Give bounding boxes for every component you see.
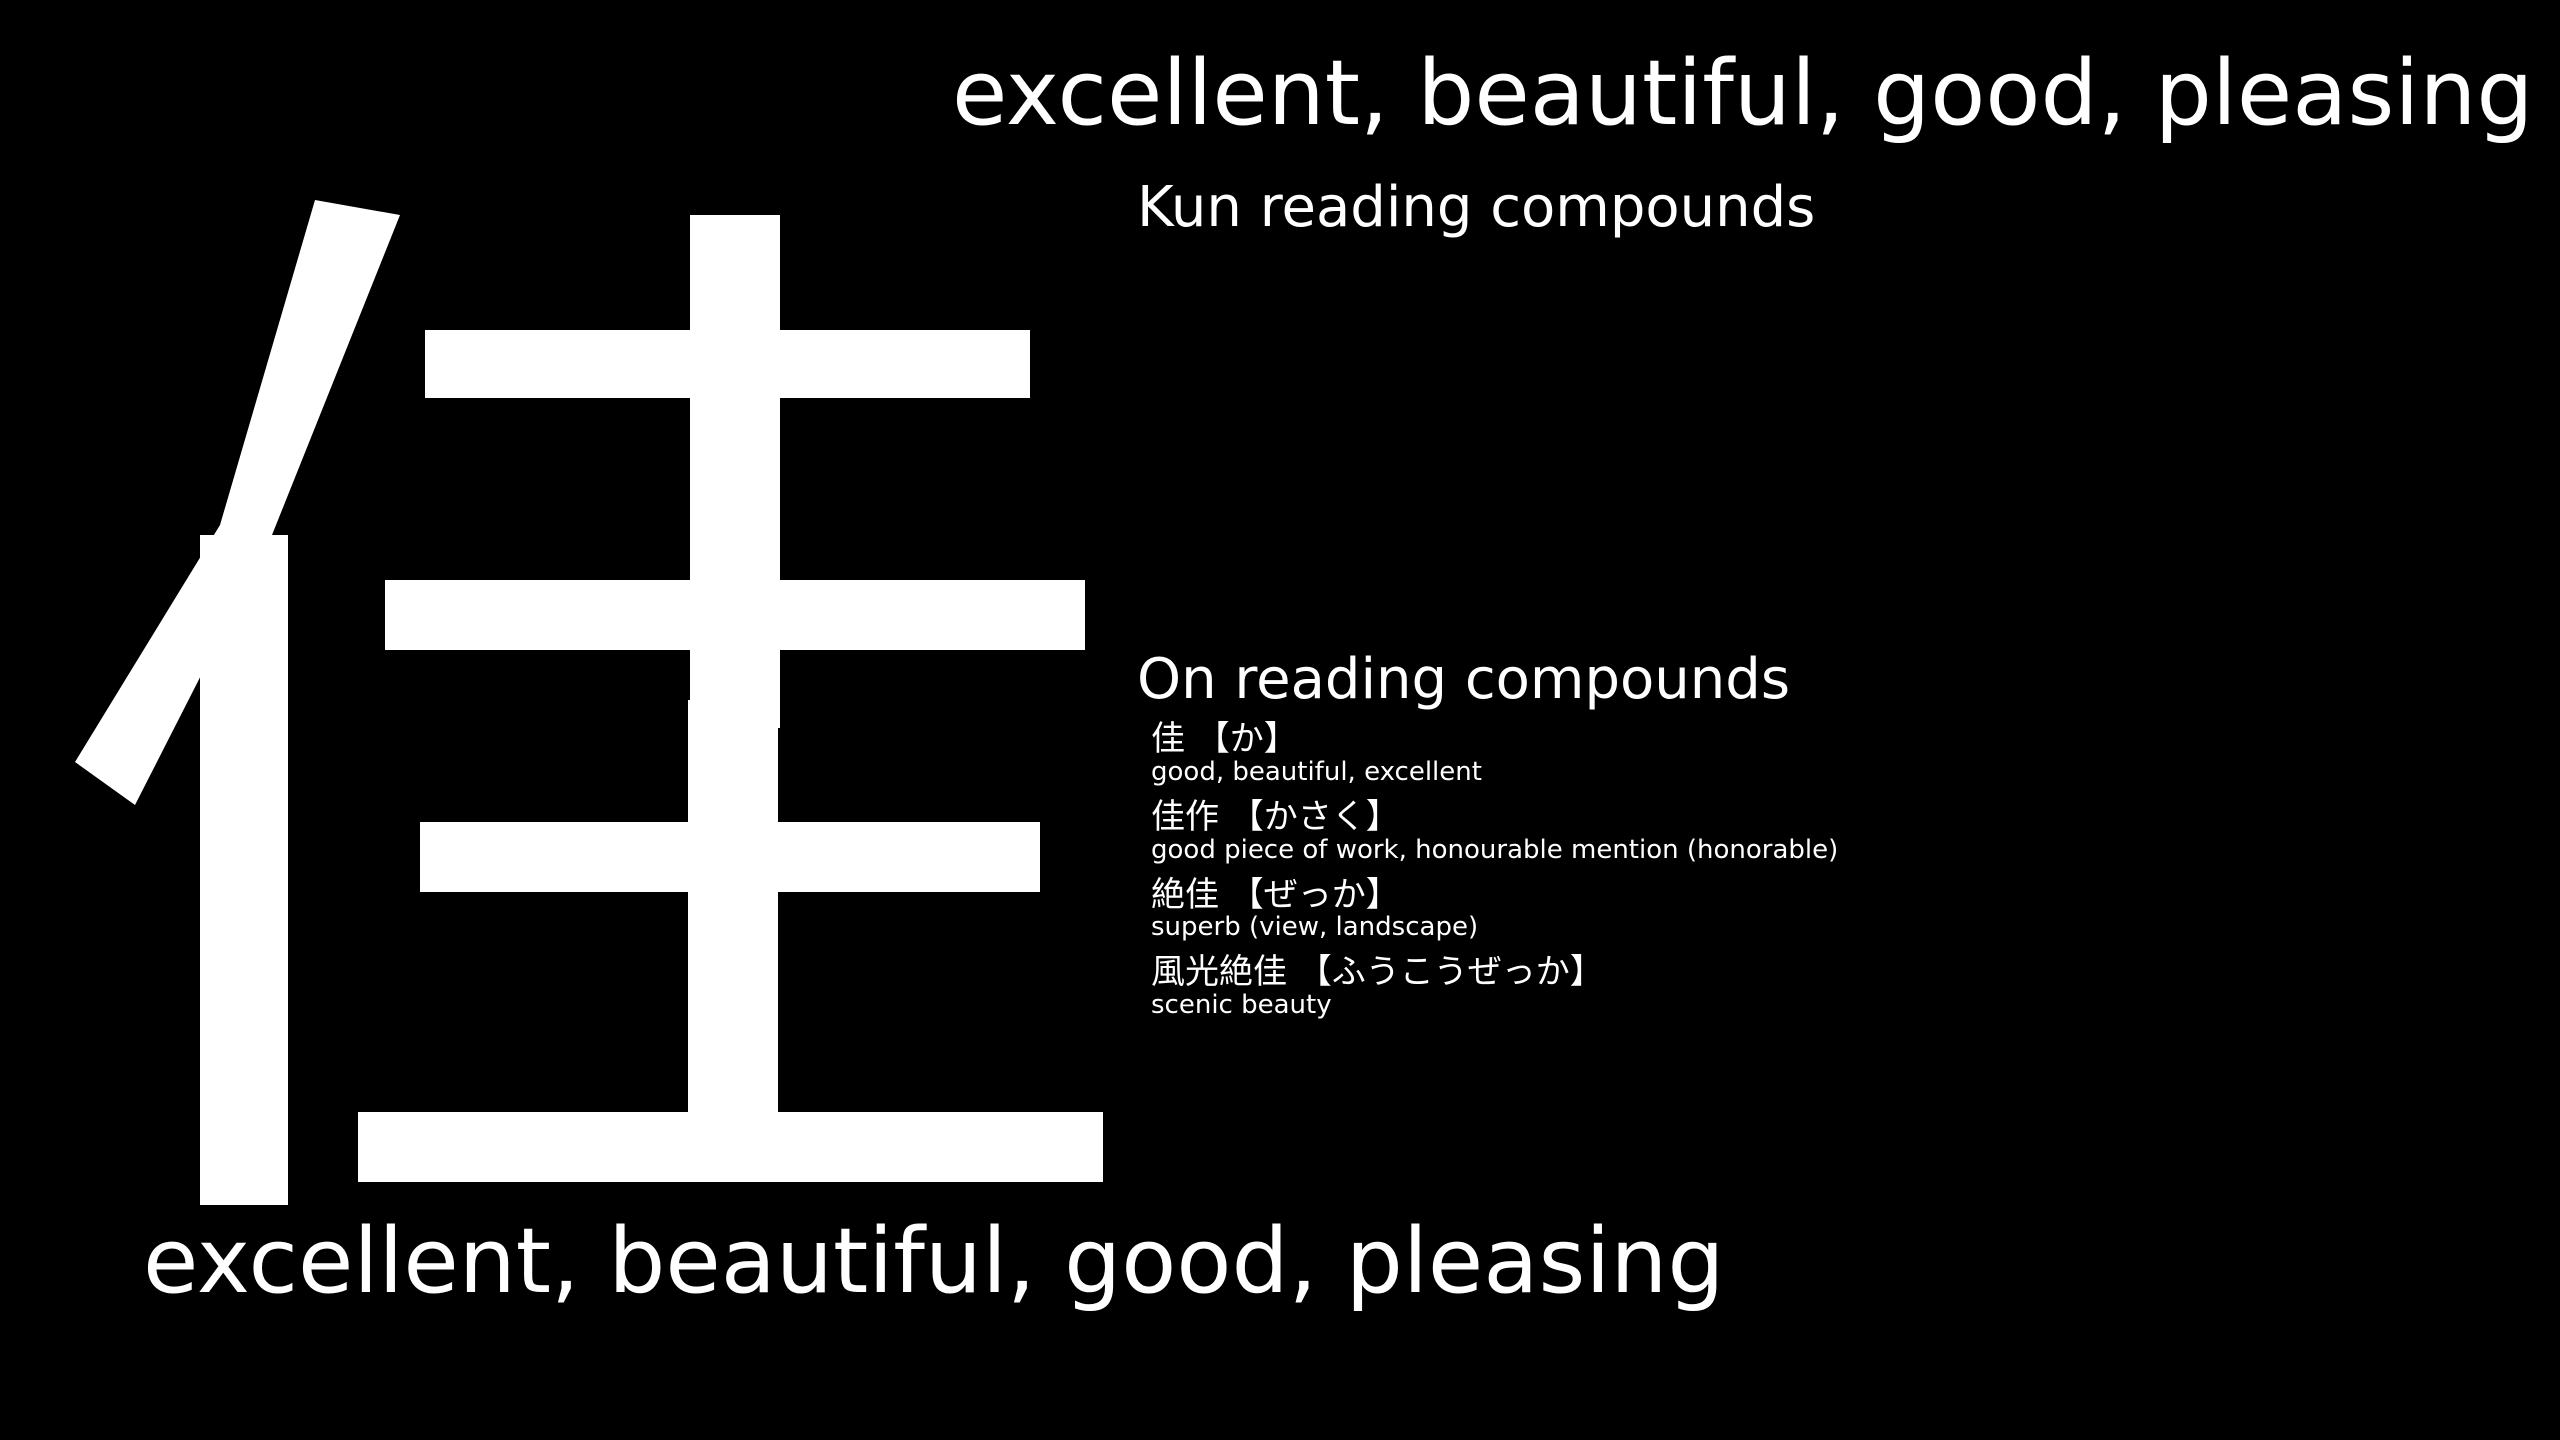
meaning-caption: excellent, beautiful, good, pleasing [143, 1209, 1725, 1314]
compound-gloss: superb (view, landscape) [1151, 912, 1479, 943]
compound-word: 佳 【か】 [1151, 719, 1298, 760]
compound-gloss: good piece of work, honourable mention (… [1151, 834, 1839, 865]
compound-gloss: good, beautiful, excellent [1151, 757, 1482, 788]
compound-gloss: scenic beauty [1151, 989, 1332, 1020]
compound-word: 絶佳 【ぜっか】 [1151, 874, 1400, 915]
on-reading-heading: On reading compounds [1137, 647, 1790, 712]
compound-word: 佳作 【かさく】 [1151, 796, 1400, 837]
meaning-heading: excellent, beautiful, good, pleasing [952, 41, 2534, 146]
kanji-glyph [20, 150, 1130, 1220]
compound-item: 絶佳 【ぜっか】 superb (view, landscape) [1151, 874, 1838, 944]
compound-item: 佳作 【かさく】 good piece of work, honourable … [1151, 796, 1839, 866]
compound-item: 風光絶佳 【ふうこうぜっか】 scenic beauty [1151, 952, 1838, 1021]
kun-reading-heading: Kun reading compounds [1137, 175, 1816, 240]
on-compound-list: 佳 【か】 good, beautiful, excellent 佳作 【かさく… [1137, 722, 1838, 1020]
compound-item: 佳 【か】 good, beautiful, excellent [1151, 722, 1838, 788]
on-reading-section: On reading compounds 佳 【か】 good, beautif… [1137, 647, 1838, 1033]
compound-word: 風光絶佳 【ふうこうぜっか】 [1151, 952, 1604, 993]
